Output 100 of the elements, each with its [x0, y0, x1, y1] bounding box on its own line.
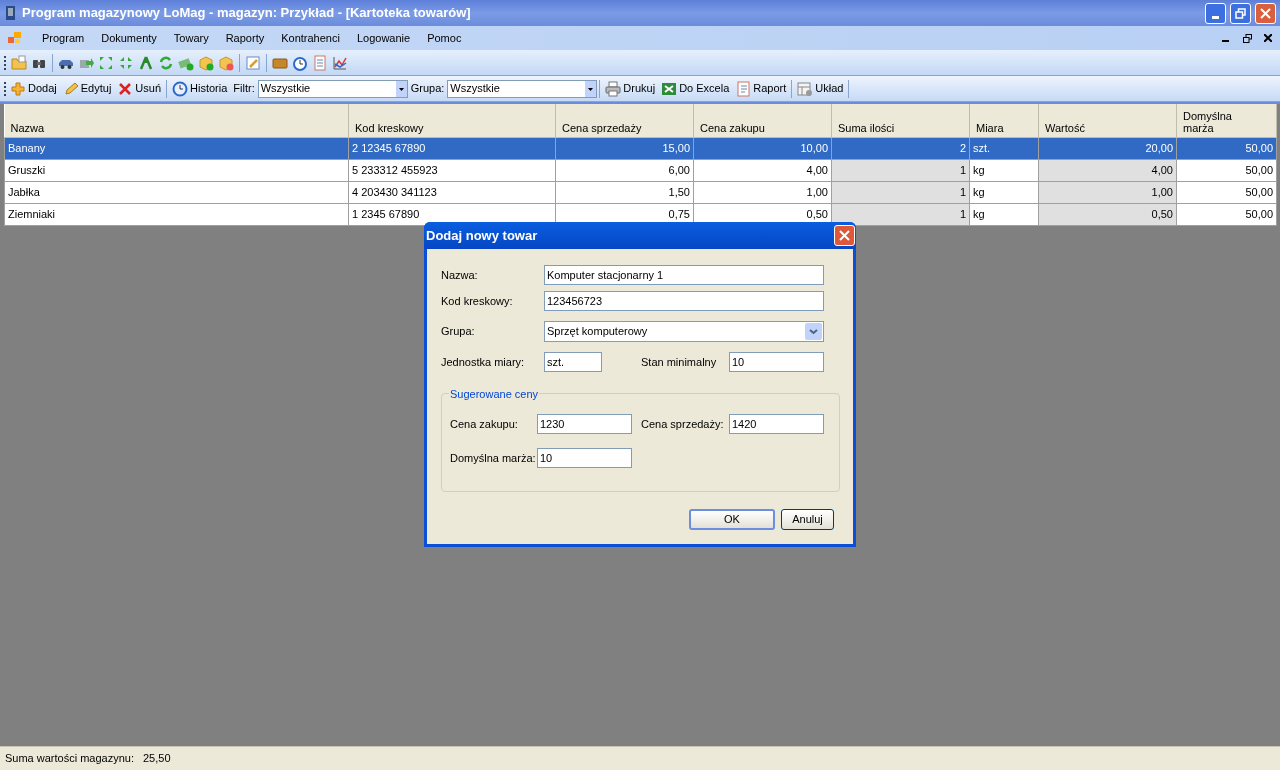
table-cell: 5 233312 455923: [348, 159, 556, 181]
group-dropdown[interactable]: Sprzęt komputerowy: [544, 321, 824, 342]
field-label: Jednostka miary:: [441, 354, 526, 370]
close-button[interactable]: [834, 225, 855, 246]
table-cell: kg: [969, 181, 1039, 203]
filter-dropdown[interactable]: Wszystkie: [257, 79, 408, 98]
table-cell: 10,00: [693, 137, 832, 159]
table-cell: 50,00: [1176, 203, 1277, 225]
sale-price-field[interactable]: 1420: [729, 414, 824, 434]
refresh-icon[interactable]: [158, 54, 174, 71]
table-cell: kg: [969, 159, 1039, 181]
column-header[interactable]: Miara: [969, 104, 1039, 137]
dropdown-icon: [585, 80, 597, 97]
plus-icon: [10, 80, 26, 97]
table-cell: 1,50: [555, 181, 694, 203]
box-plus-icon[interactable]: [198, 54, 214, 71]
table-cell: 50,00: [1176, 159, 1277, 181]
dialog-button[interactable]: Anuluj: [781, 509, 834, 530]
menu-item[interactable]: Pomoc: [419, 27, 470, 49]
toolbar-button[interactable]: Drukuj: [602, 77, 659, 100]
column-header[interactable]: Domyślna marża: [1176, 104, 1277, 137]
table-cell: 4 203430 341123: [348, 181, 556, 203]
menu-item[interactable]: Raporty: [217, 27, 273, 49]
table-cell: 2 12345 67890: [348, 137, 556, 159]
toolbar-button[interactable]: Usuń: [114, 77, 164, 100]
table-cell: 1,00: [1038, 181, 1177, 203]
menu-item[interactable]: Logowanie: [348, 27, 419, 49]
minimize-icon: [1212, 15, 1219, 19]
close-button[interactable]: [1255, 2, 1276, 24]
table-cell: 1,00: [693, 181, 832, 203]
table-cell: 1: [831, 159, 970, 181]
dropdown-icon: [395, 80, 407, 97]
layout-icon: [797, 80, 814, 97]
toolbar-button[interactable]: Raport: [732, 77, 790, 100]
close-icon: [839, 230, 850, 241]
notebook-icon[interactable]: [312, 54, 328, 71]
field-label: Kod kreskowy:: [441, 293, 514, 309]
filter-dropdown[interactable]: Wszystkie: [447, 79, 598, 98]
close-icon[interactable]: [1264, 34, 1272, 42]
status-value: 25,50: [143, 751, 171, 767]
windows-icon: [8, 32, 22, 44]
clock-icon: [172, 80, 188, 97]
status-label: Suma wartości magazynu:: [5, 751, 134, 767]
table-cell: szt.: [969, 137, 1039, 159]
toolbar-button[interactable]: Układ: [794, 77, 847, 100]
dialog-title: Dodaj nowy towar: [426, 226, 539, 245]
column-header[interactable]: Suma ilości: [831, 104, 970, 137]
dialog-button[interactable]: OK: [689, 509, 775, 530]
printer-icon: [605, 80, 622, 97]
grip-icon[interactable]: [4, 80, 7, 97]
restore-icon: [1235, 7, 1246, 19]
spreadsheet-icon: [661, 80, 678, 97]
field-label: Nazwa:: [441, 267, 479, 283]
restore-button[interactable]: [1230, 2, 1251, 24]
menu-item[interactable]: Program: [34, 27, 93, 49]
table-cell: 4,00: [1038, 159, 1177, 181]
menu-item[interactable]: Towary: [165, 27, 217, 49]
filter-label: Grupa:: [409, 81, 446, 97]
filter-label: Filtr:: [232, 81, 256, 97]
app-icon: [4, 5, 18, 21]
table-cell: 50,00: [1176, 181, 1277, 203]
report-icon: [735, 80, 752, 97]
table-cell: Banany: [4, 137, 349, 159]
menu-item[interactable]: Dokumenty: [93, 27, 165, 49]
field-label: Cena sprzedaży:: [641, 416, 725, 432]
column-header[interactable]: Cena sprzedaży: [555, 104, 694, 137]
edit-icon[interactable]: [245, 54, 261, 71]
purchase-price-field[interactable]: 1230: [537, 414, 632, 434]
table-cell: 20,00: [1038, 137, 1177, 159]
restore-icon[interactable]: [1243, 33, 1252, 43]
column-header[interactable]: Wartość: [1038, 104, 1177, 137]
table-cell: 0,50: [1038, 203, 1177, 225]
close-icon: [1260, 7, 1271, 19]
table-cell: Ziemniaki: [4, 203, 349, 225]
name-field[interactable]: Komputer stacjonarny 1: [544, 265, 824, 285]
toolbar-button[interactable]: Edytuj: [59, 77, 115, 100]
table-cell: 4,00: [693, 159, 832, 181]
column-header[interactable]: Cena zakupu: [693, 104, 832, 137]
clock-icon[interactable]: [292, 54, 308, 71]
menu-item[interactable]: Kontrahenci: [273, 27, 348, 49]
column-header[interactable]: Nazwa: [4, 104, 349, 137]
minimize-button[interactable]: [1205, 2, 1226, 24]
unit-field[interactable]: szt.: [544, 352, 602, 372]
table-cell: 1: [831, 181, 970, 203]
toolbar-button[interactable]: Dodaj: [7, 77, 60, 100]
barcode-field[interactable]: 123456723: [544, 291, 824, 311]
table-cell: kg: [969, 203, 1039, 225]
grip-icon[interactable]: [4, 54, 7, 71]
chart-icon[interactable]: [332, 54, 348, 71]
margin-field[interactable]: 10: [537, 448, 632, 468]
arrows-icon[interactable]: [118, 54, 134, 71]
table-cell: 2: [831, 137, 970, 159]
toolbar-button[interactable]: Historia: [169, 77, 231, 100]
toolbar-button[interactable]: Do Excela: [658, 77, 733, 100]
field-label: Grupa:: [441, 324, 476, 340]
min-stock-field[interactable]: 10: [729, 352, 824, 372]
box-minus-icon[interactable]: [218, 54, 234, 71]
arrows-icon[interactable]: [98, 54, 114, 71]
dropdown-icon: [805, 323, 822, 340]
column-header[interactable]: Kod kreskowy: [348, 104, 556, 137]
